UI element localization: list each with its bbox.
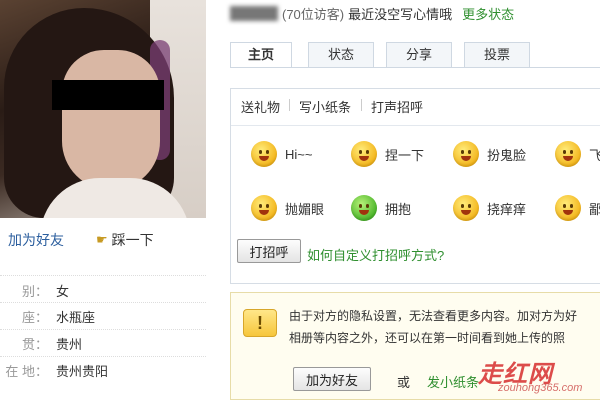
greeting-pinch[interactable]: 捏一下 <box>351 139 424 169</box>
info-divider <box>0 275 206 276</box>
greeting-label: 鄙 <box>589 201 600 217</box>
greeting-scorn[interactable]: 鄙 <box>555 193 600 223</box>
write-note-link[interactable]: 写小纸条 <box>299 97 351 116</box>
info-divider <box>0 329 206 330</box>
add-friend-button[interactable]: 加为好友 <box>293 367 371 391</box>
warning-icon: ! <box>243 309 277 337</box>
tab-underline <box>230 67 600 68</box>
info-value: 水瓶座 <box>56 310 96 325</box>
greeting-silly-face[interactable]: 扮鬼脸 <box>453 139 526 169</box>
greeting-label: 捏一下 <box>385 147 425 163</box>
kiss-face-icon <box>555 141 581 167</box>
laughing-face-icon <box>351 141 377 167</box>
profile-actions: 加为好友 ☛ 踩一下 <box>0 226 206 252</box>
silly-face-icon <box>453 141 479 167</box>
more-status-link[interactable]: 更多状态 <box>462 4 514 23</box>
tab-home[interactable]: 主页 <box>230 42 292 68</box>
greeting-fly-kiss[interactable]: 飞 <box>555 139 600 169</box>
greeting-label: 挠痒痒 <box>487 201 527 217</box>
add-friend-link[interactable]: 加为好友 <box>8 230 64 250</box>
notice-text: 由于对方的隐私设置，无法查看更多内容。加对方为好 相册等内容之外，还可以在第一时… <box>289 305 600 349</box>
info-key: 座： <box>21 310 48 325</box>
info-key: 别： <box>21 284 48 299</box>
profile-photo <box>0 0 206 218</box>
privacy-notice: ! 由于对方的隐私设置，无法查看更多内容。加对方为好 相册等内容之外，还可以在第… <box>230 292 600 400</box>
panel-divider <box>231 125 600 126</box>
greeting-tickle[interactable]: 挠痒痒 <box>453 193 526 223</box>
tab-share[interactable]: 分享 <box>386 42 452 68</box>
stomp-label: 踩一下 <box>111 232 154 248</box>
tab-vote[interactable]: 投票 <box>464 42 530 68</box>
hand-icon: ☛ <box>96 232 108 247</box>
scorn-face-icon <box>555 195 581 221</box>
send-note-link[interactable]: 发小纸条 <box>427 372 479 391</box>
greeting-label: 扮鬼脸 <box>487 147 527 163</box>
notice-line: 相册等内容之外，还可以在第一时间看到她上传的照 <box>289 331 566 345</box>
send-gift-link[interactable]: 送礼物 <box>241 97 280 116</box>
info-divider <box>0 302 206 303</box>
stomp-link[interactable]: ☛ 踩一下 <box>96 230 154 250</box>
hi-smiley-icon <box>251 141 277 167</box>
blurred-username <box>230 5 278 21</box>
photo-face <box>62 50 160 190</box>
info-value: 贵州贵阳 <box>56 364 109 379</box>
greeting-hi[interactable]: Hi~~ <box>251 139 312 169</box>
subnav-divider <box>361 99 362 111</box>
visitor-count: (70位访客) <box>282 6 345 22</box>
hug-face-icon <box>351 195 377 221</box>
greeting-label: 飞 <box>589 147 600 163</box>
greeting-label: 抛媚眼 <box>285 201 325 217</box>
or-separator: 或 <box>397 375 411 390</box>
greet-button[interactable]: 打招呼 <box>237 239 301 263</box>
greeting-label: Hi~~ <box>285 146 313 162</box>
tab-status[interactable]: 状态 <box>308 42 374 68</box>
greeting-wink[interactable]: 抛媚眼 <box>251 193 324 223</box>
greeting-panel: 送礼物 写小纸条 打声招呼 Hi~~ 捏一下 扮鬼脸 飞 抛媚眼 拥抱 挠痒痒 … <box>230 88 600 284</box>
say-hello-link[interactable]: 打声招呼 <box>371 97 423 116</box>
notice-line: 由于对方的隐私设置，无法查看更多内容。加对方为好 <box>289 309 578 323</box>
tickle-face-icon <box>453 195 479 221</box>
info-key: 贯： <box>21 337 48 352</box>
status-message: 最近没空写心情哦 <box>348 6 453 22</box>
info-value: 女 <box>56 284 70 299</box>
custom-greeting-help-link[interactable]: 如何自定义打招呼方式? <box>307 245 444 264</box>
greeting-label: 拥抱 <box>385 201 412 217</box>
info-key: 在 地： <box>5 364 48 379</box>
wink-face-icon <box>251 195 277 221</box>
info-divider <box>0 356 206 357</box>
privacy-censor-bar <box>52 80 164 110</box>
info-value: 贵州 <box>56 337 83 352</box>
greeting-hug[interactable]: 拥抱 <box>351 193 411 223</box>
profile-header: (70位访客) 最近没空写心情哦 更多状态 <box>230 2 514 24</box>
subnav-divider <box>289 99 290 111</box>
